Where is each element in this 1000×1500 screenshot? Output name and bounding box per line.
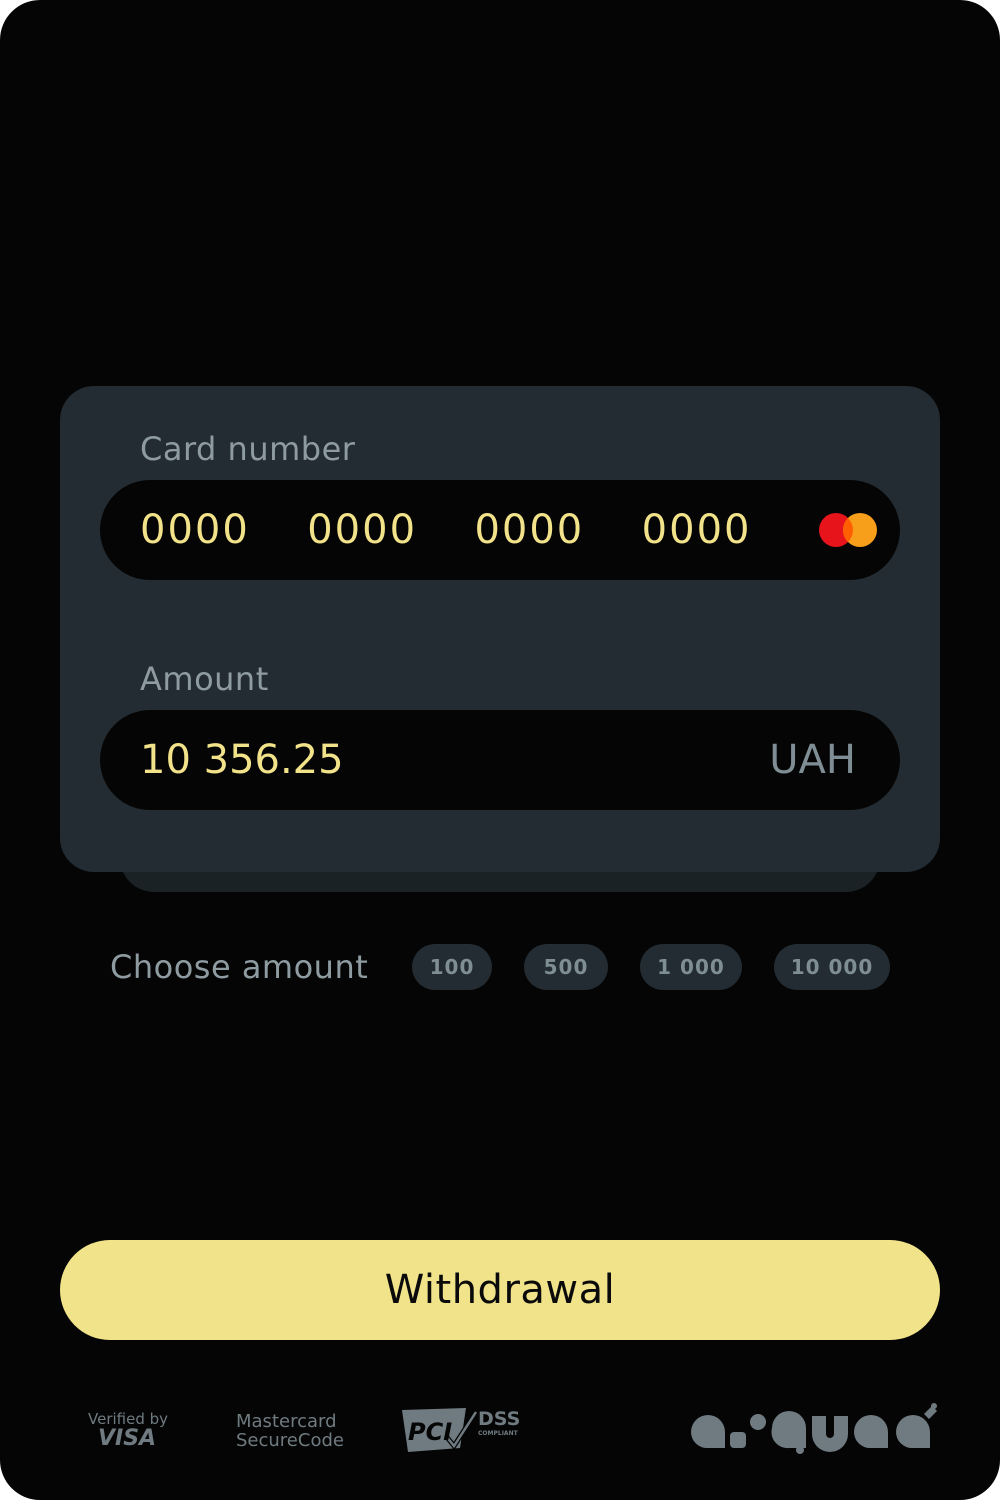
- amount-chip-100[interactable]: 100: [412, 944, 492, 990]
- choose-amount-label: Choose amount: [110, 948, 369, 986]
- visa-brand-text: VISA: [98, 1426, 157, 1451]
- amount-label: Amount: [140, 660, 269, 698]
- pci-text: PCI: [408, 1418, 453, 1446]
- asquad-logo: [690, 1403, 937, 1454]
- mastercard-line1: Mastercard: [236, 1411, 337, 1432]
- pci-dss-badge: PCI DSS COMPLIANT: [400, 1406, 524, 1454]
- amount-chip-1000[interactable]: 1 000: [640, 944, 742, 990]
- card-number-input[interactable]: 0000 0000 0000 0000: [100, 480, 900, 580]
- currency-label: UAH: [769, 737, 856, 783]
- withdrawal-button[interactable]: Withdrawal: [60, 1240, 940, 1340]
- withdrawal-screen: Card number 0000 0000 0000 0000 Amount 1…: [0, 0, 1000, 1500]
- amount-input[interactable]: 10 356.25 UAH: [100, 710, 900, 810]
- amount-value: 10 356.25: [140, 737, 344, 783]
- amount-chip-500[interactable]: 500: [524, 944, 608, 990]
- payment-form-card: Card number 0000 0000 0000 0000 Amount 1…: [60, 386, 940, 872]
- card-number-label: Card number: [140, 430, 356, 468]
- amount-chip-10000[interactable]: 10 000: [774, 944, 890, 990]
- verified-by-visa-badge: Verified by VISA: [88, 1410, 168, 1450]
- card-number-value: 0000 0000 0000 0000: [140, 507, 752, 553]
- mastercard-icon: [819, 513, 877, 547]
- mastercard-securecode-badge: Mastercard SecureCode: [236, 1412, 344, 1450]
- mastercard-line2: SecureCode: [236, 1430, 344, 1451]
- pci-compliant-text: COMPLIANT: [478, 1430, 518, 1437]
- pci-dss-text: DSS: [478, 1408, 521, 1430]
